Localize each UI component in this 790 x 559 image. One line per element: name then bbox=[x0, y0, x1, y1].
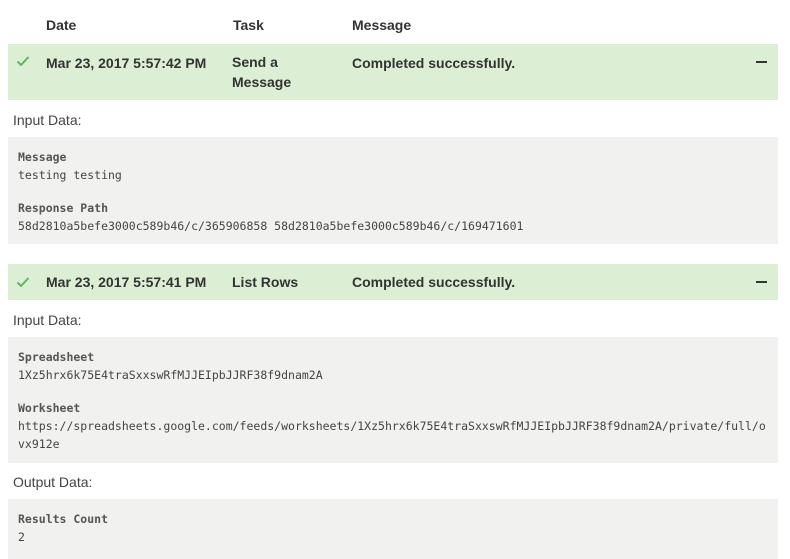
field-key: Message bbox=[18, 150, 67, 164]
task-history-row[interactable]: Mar 23, 2017 5:57:41 PM List Rows Comple… bbox=[8, 264, 778, 300]
input-data-label: Input Data: bbox=[13, 112, 82, 128]
field-value: 58d2810a5befe3000c589b46/c/365906858 58d… bbox=[18, 219, 524, 233]
row-message: Completed successfully. bbox=[352, 55, 516, 71]
row-task-line: Message bbox=[232, 74, 292, 90]
column-header-date: Date bbox=[46, 17, 77, 33]
check-icon bbox=[16, 277, 30, 288]
input-data-box: Message testing testing Response Path 58… bbox=[8, 137, 778, 244]
collapse-minus-icon[interactable] bbox=[756, 55, 768, 69]
field-key: Worksheet bbox=[18, 401, 81, 415]
output-data-box: Results Count 2 bbox=[8, 499, 778, 559]
field-value: testing testing bbox=[18, 168, 122, 182]
input-data-box: Spreadsheet 1Xz5hrx6k75E4traSxxswRfMJJEI… bbox=[8, 337, 778, 463]
row-task: List Rows bbox=[232, 274, 299, 290]
table-header: Date Task Message bbox=[8, 0, 778, 44]
column-header-task: Task bbox=[233, 17, 264, 33]
row-date: Mar 23, 2017 5:57:42 PM bbox=[46, 55, 207, 71]
row-task-line: Send a bbox=[232, 54, 278, 70]
task-history-row[interactable]: Mar 23, 2017 5:57:42 PM Send a Message C… bbox=[8, 44, 778, 100]
field-value: 1Xz5hrx6k75E4traSxxswRfMJJEIpbJJRF38f9dn… bbox=[18, 368, 323, 382]
check-icon bbox=[16, 56, 30, 67]
row-task: Send a Message bbox=[232, 52, 322, 92]
field-key: Response Path bbox=[18, 201, 109, 215]
field-key: Spreadsheet bbox=[18, 350, 95, 364]
output-data-label: Output Data: bbox=[13, 474, 93, 490]
field-value: 2 bbox=[18, 530, 25, 544]
field-key: Results Count bbox=[18, 512, 109, 526]
row-date: Mar 23, 2017 5:57:41 PM bbox=[46, 274, 207, 290]
field-value: https://spreadsheets.google.com/feeds/wo… bbox=[18, 419, 766, 451]
row-message: Completed successfully. bbox=[352, 274, 516, 290]
collapse-minus-icon[interactable] bbox=[756, 275, 768, 289]
input-data-label: Input Data: bbox=[13, 312, 82, 328]
column-header-message: Message bbox=[352, 17, 412, 33]
